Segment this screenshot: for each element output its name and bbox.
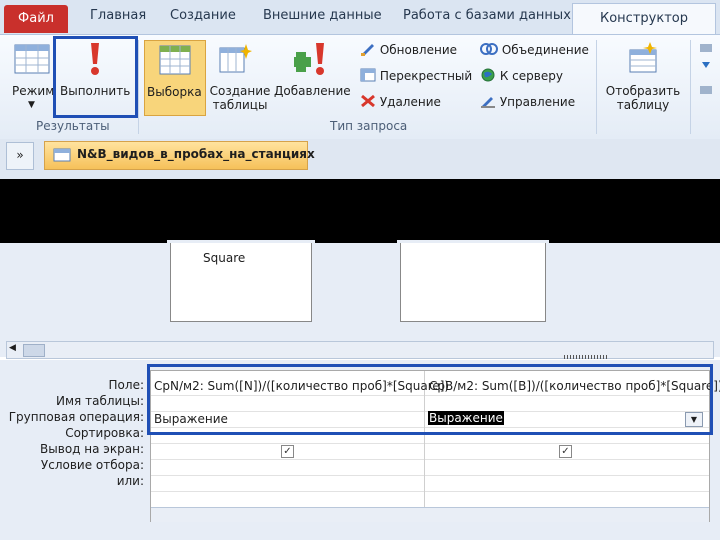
update-icon [361, 44, 374, 56]
crosstab-icon [360, 68, 376, 82]
show-table-button[interactable]: Отобразить таблицу [600, 40, 686, 114]
make-table-icon [219, 44, 252, 73]
select-label: Выборка [147, 85, 202, 99]
chevron-down-icon: ▼ [28, 100, 35, 110]
union-label: Объединение [501, 43, 589, 57]
append-button[interactable]: Добавление [272, 40, 352, 114]
row-label-group: Групповая операция: [8, 410, 144, 424]
row-label-criteria: Условие отбора: [40, 458, 144, 472]
group-separator [596, 40, 597, 134]
grid-line [151, 443, 709, 444]
show-table-label: Отобразить таблицу [605, 84, 681, 112]
tab-external-data[interactable]: Внешние данные [263, 8, 382, 23]
crosstab-label: Перекрестный [379, 69, 473, 83]
table-design-area [0, 243, 720, 357]
data-definition-label: Управление [499, 95, 576, 109]
update-label: Обновление [379, 43, 458, 57]
tab-designer[interactable]: Конструктор [572, 3, 716, 35]
run-button-highlight [53, 36, 138, 118]
make-table-button[interactable]: Создание таблицы [206, 40, 270, 114]
delete-button[interactable]: Удаление [360, 94, 441, 109]
overflow-tools[interactable] [698, 40, 718, 114]
ribbon-overflow-icon [700, 44, 712, 94]
grid-line [151, 491, 709, 492]
group-separator [138, 40, 139, 134]
document-tab[interactable]: N&B_видов_в_пробах_на_станциях [44, 141, 315, 170]
row-label-sort: Сортировка: [65, 426, 144, 440]
delete-icon [361, 94, 375, 108]
row-label-field: Поле: [108, 378, 144, 392]
table-field-square[interactable]: Square [203, 251, 245, 265]
scroll-thumb[interactable] [23, 344, 45, 357]
query-icon [53, 148, 71, 162]
append-label: Добавление [274, 84, 351, 98]
scroll-left-icon: ◀ [9, 343, 16, 353]
row-label-table: Имя таблицы: [56, 394, 144, 408]
append-icon [294, 43, 324, 75]
pass-through-label: К серверу [499, 69, 563, 83]
union-icon [480, 43, 498, 55]
splitter-handle[interactable] [564, 355, 608, 359]
grid-line [151, 475, 709, 476]
grid-scrollbar[interactable] [151, 507, 709, 522]
tab-database-tools[interactable]: Работа с базами данных [403, 8, 571, 23]
expression-highlight [147, 364, 713, 435]
group-separator [690, 40, 691, 134]
tab-home[interactable]: Главная [90, 8, 146, 23]
union-button[interactable]: Объединение [480, 42, 589, 57]
update-button[interactable]: Обновление [360, 42, 457, 57]
document-tab-title: N&B_видов_в_пробах_на_станциях [77, 147, 315, 161]
tab-create[interactable]: Создание [170, 8, 236, 23]
group-query-type-label: Тип запроса [330, 119, 408, 133]
row-label-show: Вывод на экран: [40, 442, 144, 456]
globe-icon [481, 68, 495, 82]
pass-through-button[interactable]: К серверу [480, 68, 563, 83]
show-checkbox[interactable]: ✓ [281, 445, 294, 458]
redaction-band [0, 179, 720, 243]
group-results-label: Результаты [36, 119, 110, 133]
table-field-clipped [181, 243, 301, 251]
crosstab-button[interactable]: Перекрестный [360, 68, 472, 83]
row-label-or: или: [116, 474, 144, 488]
data-definition-button[interactable]: Управление [480, 94, 575, 109]
delete-label: Удаление [379, 95, 441, 109]
grid-line [151, 459, 709, 460]
nav-pane-toggle[interactable]: » [6, 142, 34, 170]
show-checkbox[interactable]: ✓ [559, 445, 572, 458]
make-table-label: Создание таблицы [209, 84, 271, 112]
pencil-icon [481, 97, 495, 108]
show-table-icon [629, 42, 657, 73]
datasheet-view-icon [14, 44, 50, 74]
select-query-button[interactable]: Выборка [144, 40, 206, 116]
mode-button[interactable]: Режим ▼ [10, 42, 54, 114]
tab-file[interactable]: Файл [4, 5, 68, 33]
mode-label: Режим [12, 84, 55, 98]
select-query-icon [159, 45, 191, 75]
table-field-list[interactable] [400, 243, 546, 322]
table-field-list[interactable]: Square [170, 243, 312, 322]
